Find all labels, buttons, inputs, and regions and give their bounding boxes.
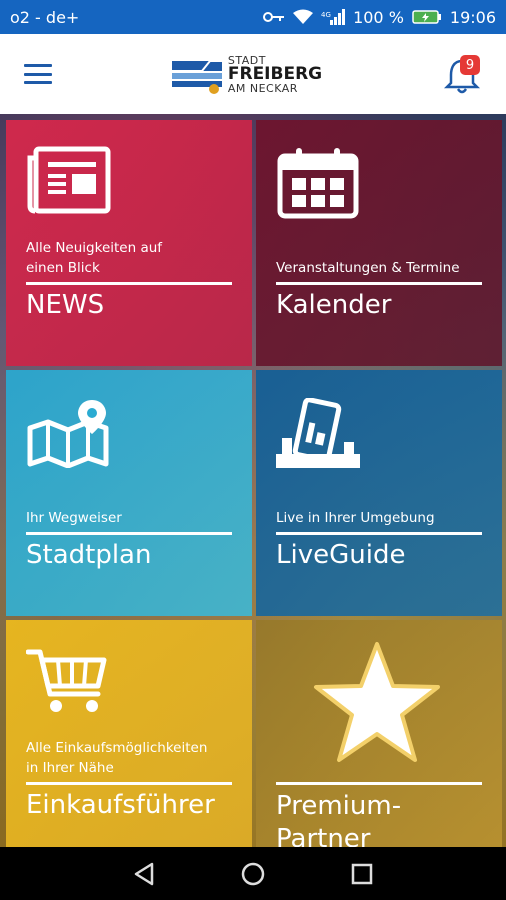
back-triangle-icon [135,862,154,885]
tile-news-subtitle: Alle Neuigkeiten auf einen Blick [26,238,162,279]
tile-premium-partner-title-line-2: Partner [276,823,371,848]
back-button[interactable] [129,859,159,889]
star-icon [312,640,442,770]
home-circle-icon [241,862,265,885]
tile-stadtplan[interactable]: Ihr Wegweiser Stadtplan [6,370,252,616]
recents-square-icon [351,863,372,884]
tile-kalender-title: Kalender [276,290,392,320]
tile-premium-partner-title-line-1: Premium- [276,791,402,821]
newspaper-icon [26,146,112,220]
tile-news-subtitle-line-2: einen Blick [26,260,100,277]
logo-line-3: AM NECKAR [227,81,298,95]
tile-einkaufsfuehrer-title: Einkaufsführer [26,790,215,820]
notifications-button[interactable]: 9 [442,51,482,97]
tile-liveguide-subtitle: Live in Ihrer Umgebung [276,510,435,526]
home-button[interactable] [238,859,268,889]
app-bar: STADT FREIBERG AM NECKAR 9 [0,34,506,114]
status-bar: o2 - de+ 4G 100 % 19:06 [0,0,506,34]
wifi-icon [293,9,314,25]
tile-stadtplan-subtitle: Ihr Wegweiser [26,510,122,526]
tile-einkaufsfuehrer-subtitle-line-1: Alle Einkaufsmöglichkeiten [26,740,208,756]
tile-liveguide[interactable]: Live in Ihrer Umgebung LiveGuide [256,370,502,616]
svg-text:4G: 4G [321,11,331,19]
shopping-cart-icon [25,646,110,720]
tile-liveguide-title: LiveGuide [276,540,406,570]
tile-einkaufsfuehrer-subtitle: Alle Einkaufsmöglichkeiten in Ihrer Nähe [26,738,207,779]
divider [276,782,482,785]
clock: 19:06 [449,7,496,27]
city-logo-mark [171,60,222,94]
logo-line-2: FREIBERG [227,63,323,84]
tile-einkaufsfuehrer-subtitle-line-2: in Ihrer Nähe [26,760,114,777]
calendar-icon [276,146,360,224]
tile-premium-partner[interactable]: Premium- Partner [256,620,502,847]
notification-badge: 9 [459,55,480,75]
map-icon [26,398,110,472]
divider [276,532,482,535]
hamburger-menu-icon[interactable] [24,64,52,84]
tile-kalender[interactable]: Veranstaltungen & Termine Kalender [256,120,502,366]
tile-news[interactable]: Alle Neuigkeiten auf einen Blick NEWS [6,120,252,366]
tile-premium-partner-title: Premium- Partner [276,790,401,847]
tile-news-subtitle-line-1: Alle Neuigkeiten auf [26,240,163,256]
system-nav-bar [0,847,506,900]
recents-button[interactable] [347,859,377,889]
divider [276,282,482,285]
tile-grid: Alle Neuigkeiten auf einen Blick NEWS Ve… [0,114,506,847]
battery-percent: 100 % [353,7,404,27]
key-icon [263,10,285,24]
divider [26,532,232,535]
battery-icon [412,9,442,25]
tile-news-title: NEWS [26,290,105,320]
divider [26,782,232,785]
carrier-name: o2 - de+ [10,7,80,27]
city-logo: STADT FREIBERG AM NECKAR [171,53,323,95]
divider [26,282,232,285]
signal-icon: 4G [321,9,346,25]
tile-kalender-subtitle: Veranstaltungen & Termine [276,260,460,276]
tile-stadtplan-title: Stadtplan [26,540,152,570]
phone-camera-icon [276,397,360,476]
tile-einkaufsfuehrer[interactable]: Alle Einkaufsmöglichkeiten in Ihrer Nähe… [6,620,252,847]
